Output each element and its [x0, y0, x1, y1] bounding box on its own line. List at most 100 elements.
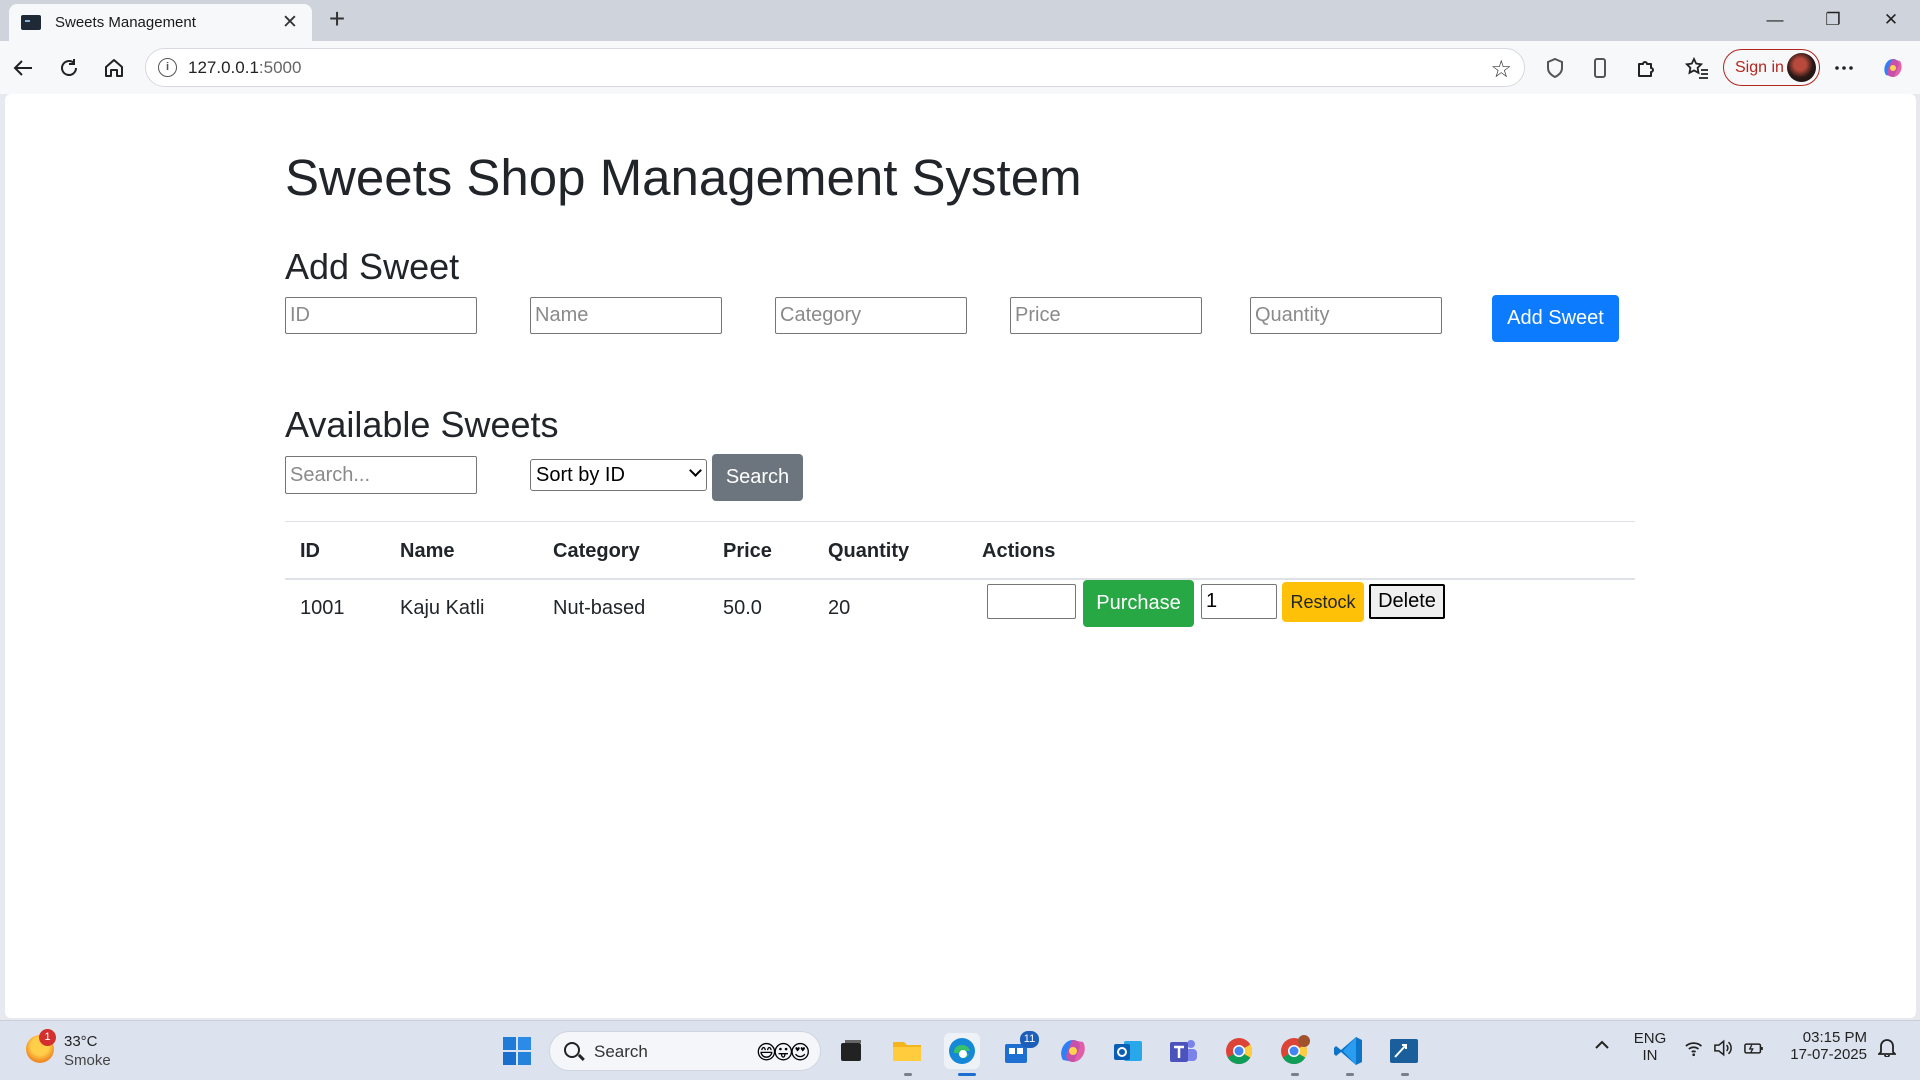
running-indicator: [1401, 1073, 1409, 1076]
bell-icon: [1876, 1039, 1898, 1058]
add-sweet-button[interactable]: Add Sweet: [1492, 295, 1619, 342]
copilot-button[interactable]: [1876, 51, 1910, 85]
quantity-input[interactable]: [1250, 297, 1442, 334]
windows-taskbar: 1 33°C Smoke Search 😄😛😍 11 ENG IN 03:15 …: [0, 1020, 1920, 1080]
file-explorer-button[interactable]: [889, 1033, 925, 1069]
new-tab-button[interactable]: +: [322, 5, 352, 35]
weather-badge: 1: [39, 1029, 56, 1046]
close-window-button[interactable]: ✕: [1868, 6, 1914, 34]
site-info-icon[interactable]: i: [158, 58, 177, 77]
taskbar-search[interactable]: Search 😄😛😍: [549, 1031, 821, 1071]
region-code: IN: [1642, 1047, 1658, 1064]
column-header-price: Price: [723, 540, 772, 562]
system-tray-status[interactable]: [1684, 1039, 1764, 1057]
available-sweets-heading: Available Sweets: [285, 404, 559, 445]
chrome-profile-button[interactable]: [1276, 1033, 1312, 1069]
folder-icon: [893, 1042, 921, 1061]
tab-title: Sweets Management: [55, 14, 196, 31]
browser-tab-strip: Sweets Management ✕ + — ❐ ✕: [0, 0, 1920, 41]
back-button[interactable]: [6, 51, 40, 85]
store-button[interactable]: 11: [999, 1031, 1039, 1069]
home-button[interactable]: [97, 51, 131, 85]
vscode-button[interactable]: [1331, 1033, 1367, 1069]
favorite-star-icon[interactable]: ☆: [1490, 55, 1512, 84]
id-input[interactable]: [285, 297, 477, 334]
purchase-quantity-input[interactable]: [987, 584, 1076, 619]
cell-id: 1001: [300, 597, 345, 619]
favorites-button[interactable]: [1680, 51, 1714, 85]
outlook-icon: [1114, 1041, 1142, 1061]
purchase-button[interactable]: Purchase: [1083, 580, 1194, 627]
category-input[interactable]: [775, 297, 967, 334]
column-header-actions: Actions: [982, 540, 1056, 562]
outlook-button[interactable]: [1110, 1033, 1146, 1069]
search-emoji-decoration: 😄😛😍: [756, 1042, 811, 1064]
sort-select[interactable]: Sort by ID: [530, 459, 707, 491]
wifi-icon: [1685, 1042, 1703, 1057]
puzzle-icon: [1638, 61, 1654, 77]
copilot-taskbar-button[interactable]: [1055, 1033, 1091, 1069]
name-input[interactable]: [530, 297, 722, 334]
teams-icon: [1170, 1040, 1197, 1062]
running-indicator: [1346, 1073, 1354, 1076]
weather-widget[interactable]: 1 33°C Smoke: [22, 1029, 162, 1073]
weather-temperature: 33°C: [64, 1033, 98, 1050]
reload-button[interactable]: [52, 51, 86, 85]
chrome-button[interactable]: [1221, 1033, 1257, 1069]
price-input[interactable]: [1010, 297, 1202, 334]
remote-desktop-icon: [1390, 1039, 1418, 1063]
browser-tab[interactable]: Sweets Management ✕: [9, 4, 312, 41]
search-button[interactable]: Search: [712, 454, 803, 501]
column-header-category: Category: [553, 540, 640, 562]
vscode-icon: [1334, 1037, 1362, 1065]
address-bar[interactable]: i 127.0.0.1:5000 ☆: [145, 48, 1525, 87]
language-indicator[interactable]: ENG IN: [1630, 1030, 1670, 1064]
task-view-button[interactable]: [833, 1033, 869, 1069]
reload-icon: [61, 59, 77, 76]
app-available-button[interactable]: [1583, 51, 1617, 85]
cell-quantity: 20: [828, 597, 851, 619]
chrome-profile-icon: [1281, 1035, 1310, 1065]
copilot-taskbar-icon: [1061, 1040, 1085, 1062]
arrow-left-icon: [13, 60, 32, 76]
active-indicator: [958, 1073, 976, 1076]
copilot-icon: [1884, 59, 1902, 77]
cell-name: Kaju Katli: [400, 597, 485, 619]
add-sweet-heading: Add Sweet: [285, 246, 460, 287]
edge-taskbar-button[interactable]: [944, 1033, 980, 1069]
delete-button[interactable]: Delete: [1369, 584, 1445, 619]
restore-button[interactable]: ❐: [1810, 6, 1856, 34]
chrome-icon: [1226, 1038, 1253, 1065]
tab-close-icon[interactable]: ✕: [280, 11, 300, 34]
restock-quantity-input[interactable]: [1201, 584, 1277, 619]
notifications-button[interactable]: [1874, 1037, 1900, 1061]
column-header-quantity: Quantity: [828, 540, 910, 562]
page-viewport: Sweets Shop Management System Add Sweet …: [5, 94, 1916, 1018]
clock[interactable]: 03:15 PM 17-07-2025: [1777, 1029, 1867, 1063]
home-icon: [105, 59, 123, 77]
chevron-up-icon: [1595, 1040, 1609, 1049]
url-text: 127.0.0.1:5000: [188, 58, 302, 77]
taskbar-search-label: Search: [594, 1042, 648, 1061]
show-hidden-icons-button[interactable]: [1590, 1037, 1614, 1057]
shield-icon: [1547, 57, 1563, 79]
remote-desktop-button[interactable]: [1386, 1033, 1422, 1069]
minimize-button[interactable]: —: [1752, 6, 1798, 34]
more-menu-button[interactable]: [1827, 51, 1861, 85]
cell-price: 50.0: [723, 597, 762, 619]
search-input[interactable]: [285, 456, 477, 494]
teams-button[interactable]: [1165, 1033, 1201, 1069]
terminal-favicon-icon: [21, 15, 41, 30]
start-button[interactable]: [499, 1033, 535, 1069]
restock-button[interactable]: Restock: [1282, 582, 1364, 622]
speaker-icon: [1714, 1039, 1733, 1057]
extensions-button[interactable]: [1629, 51, 1663, 85]
column-header-name: Name: [400, 540, 455, 562]
sign-in-label: Sign in: [1735, 58, 1784, 76]
more-dots-icon: [1835, 66, 1853, 70]
running-indicator: [904, 1073, 912, 1076]
running-indicator: [1291, 1073, 1299, 1076]
browser-essentials-button[interactable]: [1538, 51, 1572, 85]
sign-in-button[interactable]: Sign in: [1723, 49, 1820, 86]
favorites-icon: [1685, 57, 1708, 79]
